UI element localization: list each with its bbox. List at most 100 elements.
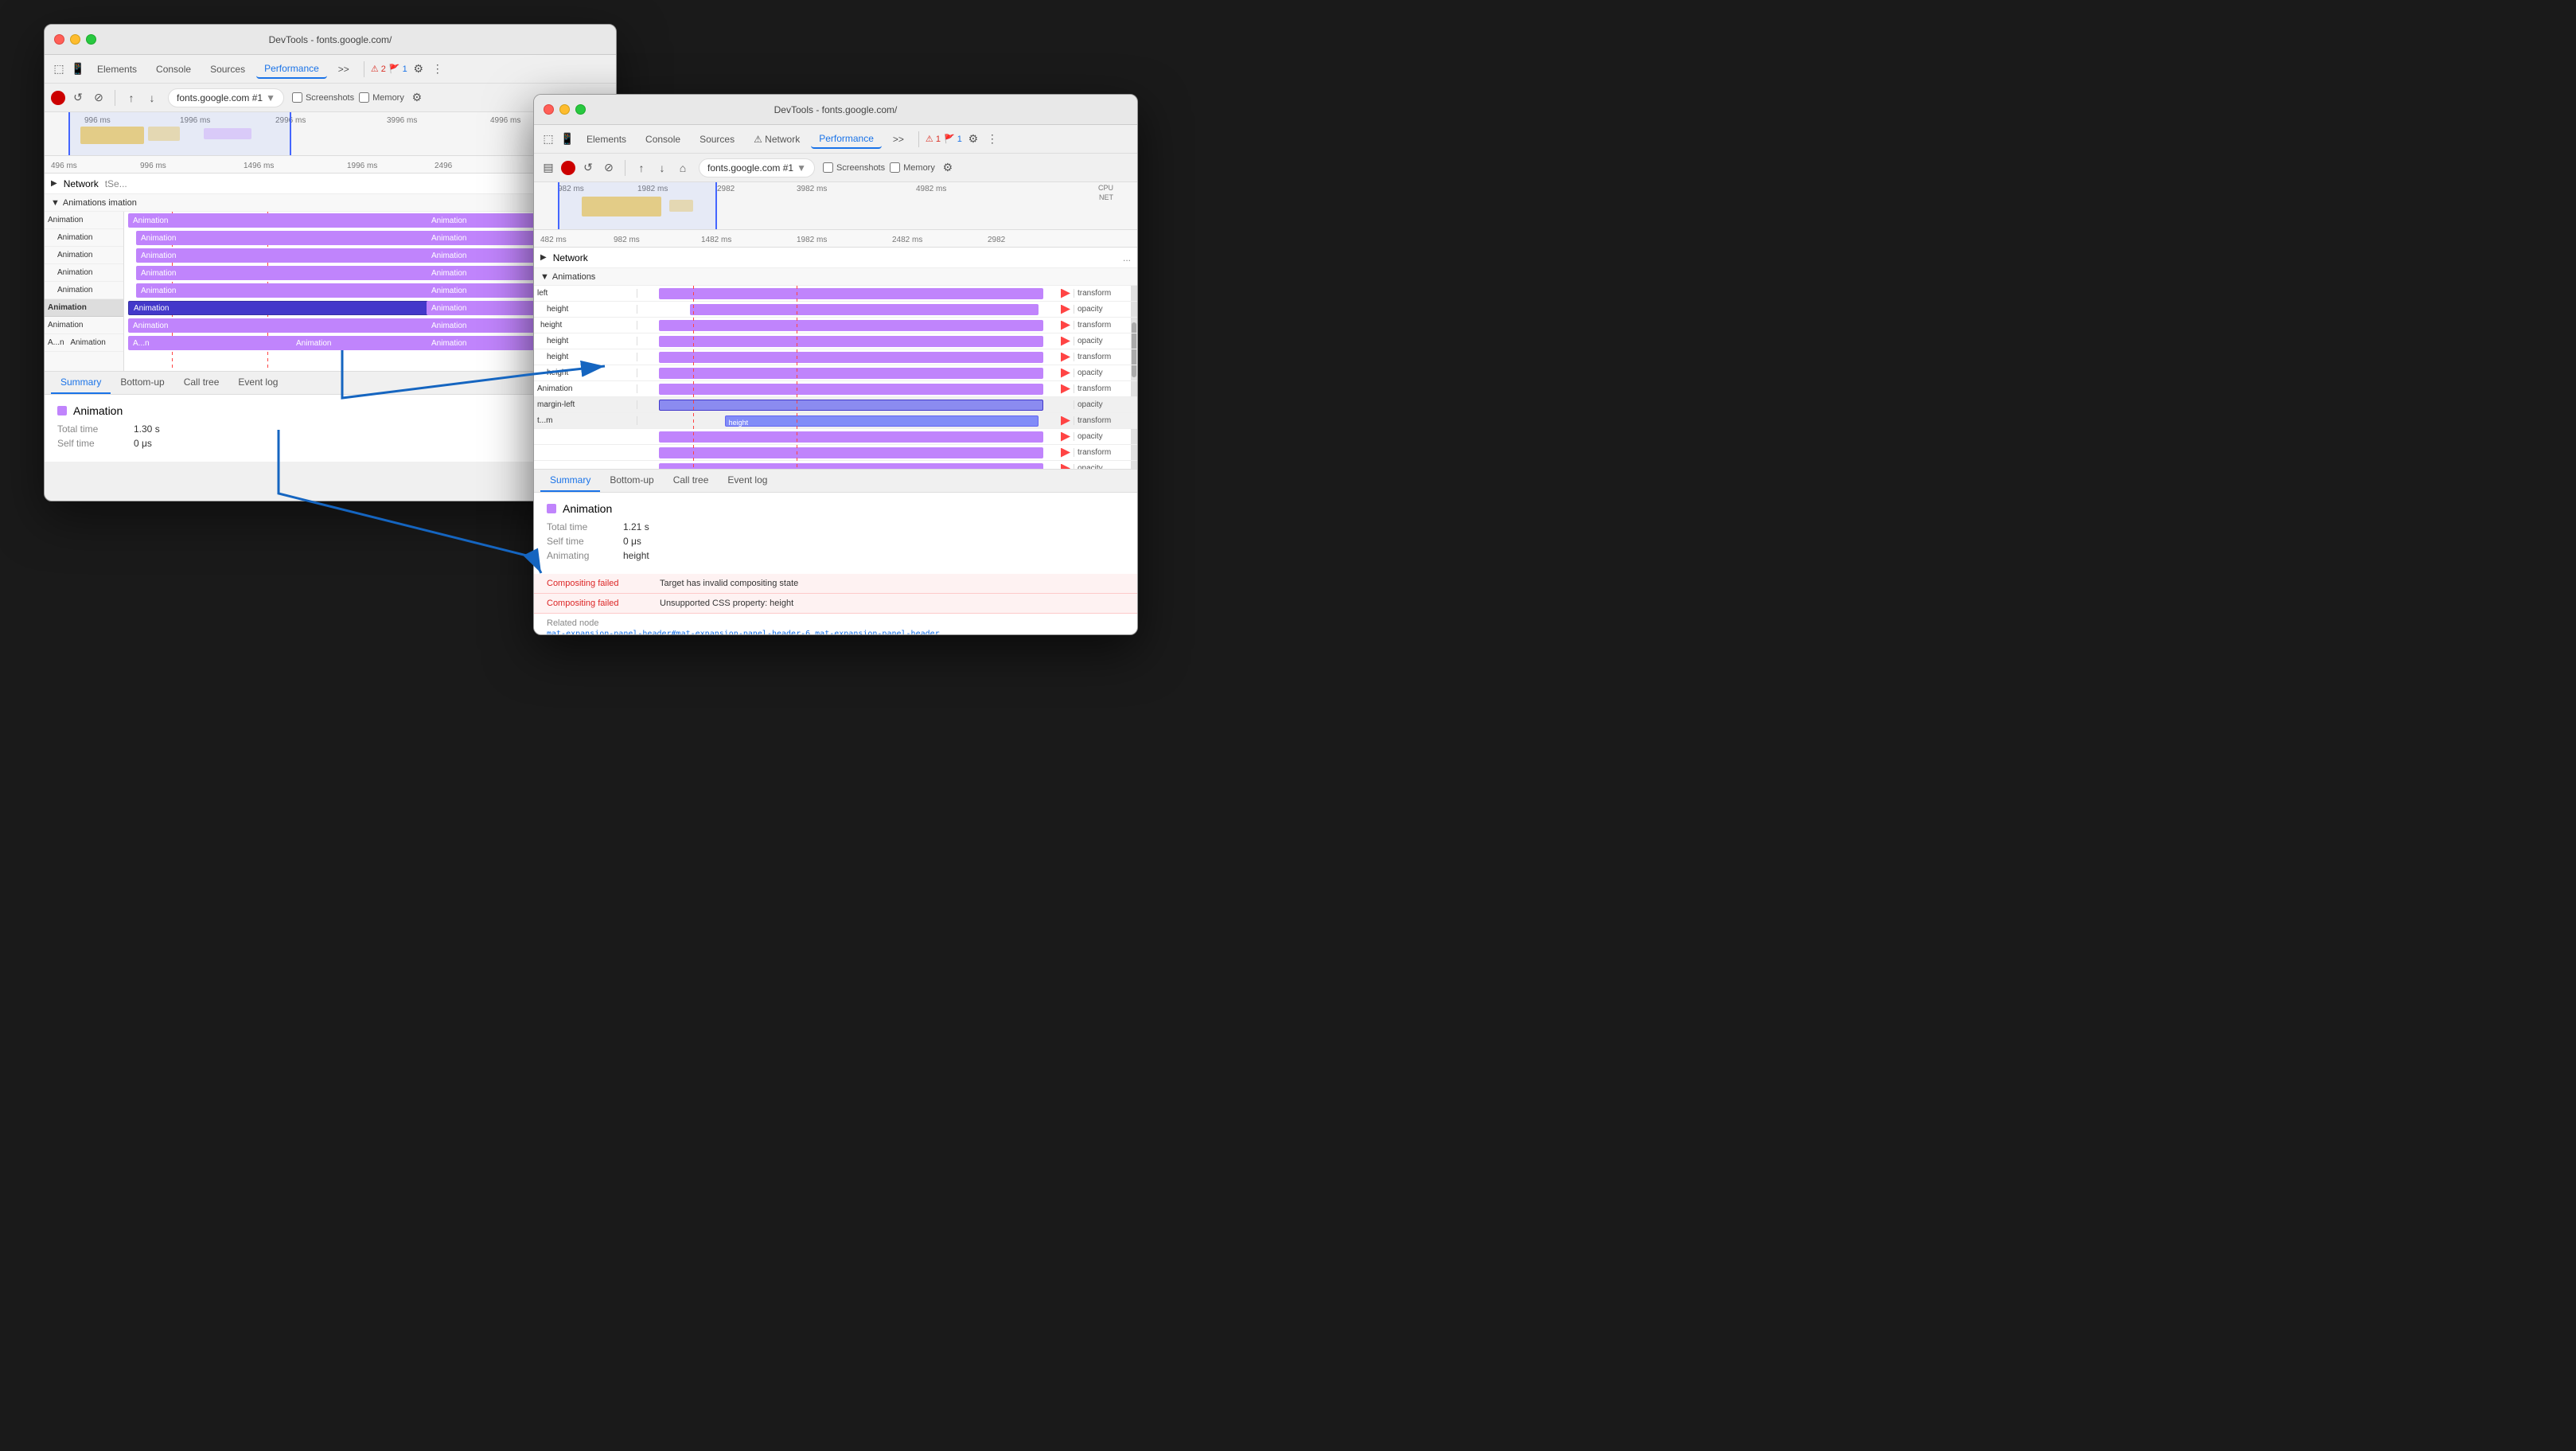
settings-icon-1[interactable]: ⚙ <box>411 61 427 77</box>
clear-icon-2[interactable]: ⊘ <box>601 160 617 176</box>
network-toggle-1[interactable]: ▶ <box>51 179 57 188</box>
device-icon-2[interactable]: 📱 <box>559 131 575 147</box>
tab-more-2[interactable]: >> <box>885 131 912 148</box>
url-text-2: fonts.google.com #1 <box>707 162 793 174</box>
reload-icon-2[interactable]: ↺ <box>580 160 596 176</box>
right-bar-area-5[interactable] <box>637 349 1074 365</box>
summary-tab-bottomup-2[interactable]: Bottom-up <box>600 470 663 492</box>
right-bar-area-7[interactable] <box>637 381 1074 396</box>
right-bar-6[interactable] <box>659 368 1042 379</box>
right-bar-8-selected[interactable] <box>659 400 1042 411</box>
timeline-minimap-2[interactable]: CPU NET 982 ms 1982 ms 2982 3982 ms 4982… <box>534 182 1137 230</box>
right-bar-area-10[interactable] <box>637 429 1074 444</box>
menu-icon-1[interactable]: ⋮ <box>430 61 446 77</box>
tab-network-2[interactable]: ⚠ Network <box>746 131 808 148</box>
tab-sources-2[interactable]: Sources <box>692 131 742 148</box>
animations-toggle-2[interactable]: ▼ <box>540 272 549 282</box>
right-bar-area-8[interactable] <box>637 397 1074 412</box>
minimize-button-2[interactable] <box>559 104 570 115</box>
right-bar-3[interactable] <box>659 320 1042 331</box>
upload-icon-1[interactable]: ↑ <box>123 90 139 106</box>
settings-icon-2[interactable]: ⚙ <box>409 90 425 106</box>
memory-checkbox-2[interactable]: Memory <box>890 162 935 173</box>
animations-label-1: Animations imation <box>63 198 137 208</box>
right-bar-area-1[interactable] <box>637 286 1074 301</box>
tab-performance-2[interactable]: Performance <box>811 130 882 149</box>
right-bar-1[interactable] <box>659 288 1042 299</box>
menu-icon-2[interactable]: ⋮ <box>984 131 1000 147</box>
tab-console-1[interactable]: Console <box>148 60 199 78</box>
device-icon-1[interactable]: 📱 <box>70 61 86 77</box>
close-button-2[interactable] <box>544 104 554 115</box>
right-bar-area-6[interactable] <box>637 365 1074 380</box>
overflow-5 <box>1061 353 1070 362</box>
warning-badge-2[interactable]: ⚠ 1 <box>926 134 941 144</box>
summary-tab-eventlog-1[interactable]: Event log <box>228 372 287 394</box>
right-bar-4[interactable] <box>659 336 1042 347</box>
summary-content-2: Animation Total time 1.21 s Self time 0 … <box>534 493 1137 574</box>
tab-performance-1[interactable]: Performance <box>256 60 327 79</box>
right-bar-area-9[interactable]: height <box>637 413 1074 428</box>
animations-toggle-1[interactable]: ▼ <box>51 198 60 208</box>
summary-tab-summary-1[interactable]: Summary <box>51 372 111 394</box>
clear-icon-1[interactable]: ⊘ <box>91 90 107 106</box>
timeline-minimap-1[interactable]: 996 ms 1996 ms 2996 ms 3996 ms 4996 ms <box>45 112 616 156</box>
download-icon-1[interactable]: ↓ <box>144 90 160 106</box>
sidebar-icon-2[interactable]: ▤ <box>540 160 556 176</box>
memory-checkbox-1[interactable]: Memory <box>359 92 404 103</box>
tab-elements-2[interactable]: Elements <box>579 131 634 148</box>
screenshots-checkbox-2[interactable]: Screenshots <box>823 162 885 173</box>
main-toolbar-1: ⬚ 📱 Elements Console Sources Performance… <box>45 55 616 84</box>
right-bar-10[interactable] <box>659 431 1042 443</box>
track-label-row-selected[interactable]: Animation <box>45 299 123 317</box>
dropdown-icon-2[interactable]: ▼ <box>797 162 806 174</box>
url-input-1[interactable]: fonts.google.com #1 ▼ <box>168 88 284 107</box>
summary-tab-eventlog-2[interactable]: Event log <box>718 470 777 492</box>
tab-more-1[interactable]: >> <box>330 60 357 78</box>
record-button-1[interactable] <box>51 91 65 105</box>
record-button-2[interactable] <box>561 161 575 175</box>
summary-tab-summary-2[interactable]: Summary <box>540 470 600 492</box>
minimize-button-1[interactable] <box>70 34 80 45</box>
flag-badge-1[interactable]: 🚩 1 <box>389 64 407 74</box>
right-bar-12[interactable] <box>659 463 1042 469</box>
inspect-icon-2[interactable]: ⬚ <box>540 131 556 147</box>
summary-tab-bottomup-1[interactable]: Bottom-up <box>111 372 173 394</box>
maximize-button-2[interactable] <box>575 104 586 115</box>
screenshots-checkbox-1[interactable]: Screenshots <box>292 92 354 103</box>
mm2-selection[interactable] <box>558 182 717 229</box>
minimap-selection-1[interactable] <box>68 112 291 155</box>
upload-icon-2[interactable]: ↑ <box>633 160 649 176</box>
tab-console-2[interactable]: Console <box>637 131 688 148</box>
download-icon-2[interactable]: ↓ <box>654 160 670 176</box>
settings-icon-4[interactable]: ⚙ <box>940 160 956 176</box>
close-button-1[interactable] <box>54 34 64 45</box>
right-bar-2[interactable] <box>690 304 1039 315</box>
right-bar-9-selected[interactable]: height <box>725 415 1039 427</box>
right-bar-11[interactable] <box>659 447 1042 458</box>
tab-elements-1[interactable]: Elements <box>89 60 145 78</box>
settings-icon-3[interactable]: ⚙ <box>965 131 981 147</box>
right-bar-7[interactable] <box>659 384 1042 395</box>
home-icon-2[interactable]: ⌂ <box>675 160 691 176</box>
dropdown-icon-1[interactable]: ▼ <box>266 92 275 103</box>
summary-tab-calltree-2[interactable]: Call tree <box>664 470 719 492</box>
right-bar-area-3[interactable] <box>637 318 1074 333</box>
url-input-2[interactable]: fonts.google.com #1 ▼ <box>699 158 815 177</box>
right-bar-area-11[interactable] <box>637 445 1074 460</box>
right-row-9[interactable]: t...m height transform <box>534 413 1137 429</box>
tab-sources-1[interactable]: Sources <box>202 60 253 78</box>
right-bar-5[interactable] <box>659 352 1042 363</box>
summary-tab-calltree-1[interactable]: Call tree <box>174 372 229 394</box>
right-row-8[interactable]: margin-left opacity <box>534 397 1137 413</box>
warning-badge-1[interactable]: ⚠ 2 <box>371 64 386 74</box>
inspect-icon-1[interactable]: ⬚ <box>51 61 67 77</box>
related-node-link[interactable]: mat-expansion-panel-header#mat-expansion… <box>547 630 1124 635</box>
right-bar-area-12[interactable] <box>637 461 1074 469</box>
reload-icon-1[interactable]: ↺ <box>70 90 86 106</box>
maximize-button-1[interactable] <box>86 34 96 45</box>
network-toggle-2[interactable]: ▶ <box>540 253 547 262</box>
flag-badge-2[interactable]: 🚩 1 <box>944 134 962 144</box>
right-bar-area-4[interactable] <box>637 333 1074 349</box>
right-bar-area-2[interactable] <box>637 302 1074 317</box>
